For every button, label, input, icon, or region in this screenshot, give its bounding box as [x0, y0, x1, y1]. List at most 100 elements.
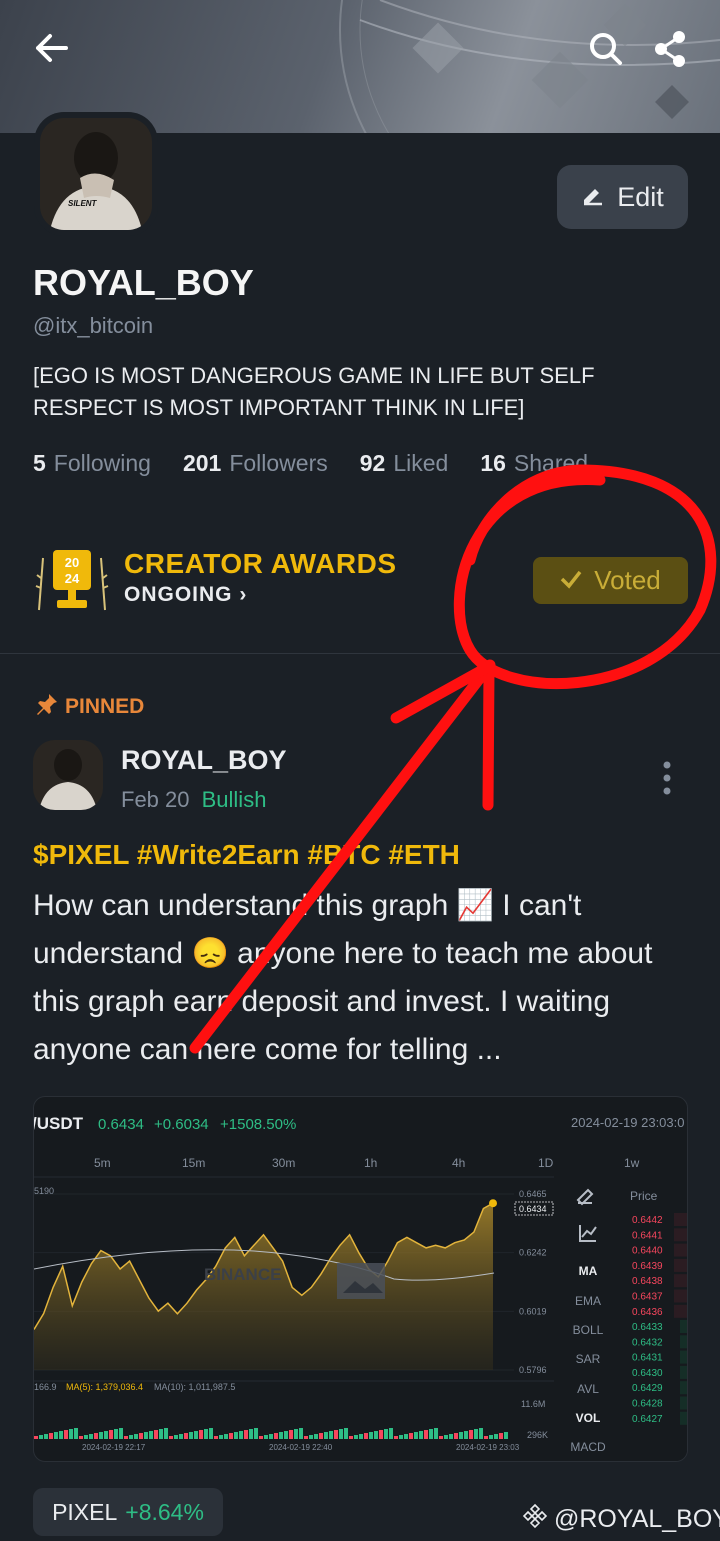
user-bio: [EGO IS MOST DANGEROUS GAME IN LIFE BUT …: [33, 363, 595, 420]
interval-tabs: 5m 15m 30m 1h 4h 1D 1w: [94, 1156, 640, 1170]
stat-liked[interactable]: 92 Liked: [360, 450, 449, 477]
volume-bar: [249, 1429, 253, 1439]
chart-image: /USDT 0.6434 +0.6034 +1508.50% 2024-02-1…: [34, 1114, 687, 1461]
profile-avatar[interactable]: SILENT: [34, 112, 158, 236]
search-icon[interactable]: [588, 28, 624, 73]
volume-bar: [494, 1434, 498, 1439]
volume-bar: [194, 1431, 198, 1439]
pin-icon: [35, 692, 59, 722]
pinned-label: PINNED: [65, 695, 145, 718]
indicator-item: MA: [579, 1264, 598, 1278]
volume-bar: [474, 1429, 478, 1439]
volume-bar: [254, 1428, 258, 1439]
token-change: +8.64%: [125, 1498, 204, 1525]
awards-status-link[interactable]: ONGOING ›: [124, 583, 247, 607]
volume-bar: [399, 1435, 403, 1439]
bid-depth: [680, 1381, 687, 1395]
stat-count: 92: [359, 450, 386, 476]
indicator-item: AVL: [577, 1382, 599, 1396]
volume-bar: [334, 1430, 338, 1439]
watermark-text: @ROYAL_BOY: [554, 1505, 720, 1533]
profile-stats: 5 Following 201 Followers 92 Liked 16 Shared: [33, 450, 620, 477]
chart-left-label: 5190: [34, 1186, 54, 1196]
share-icon[interactable]: [652, 28, 688, 73]
volume-bar: [294, 1429, 298, 1439]
bid-depth: [680, 1350, 687, 1364]
post-image-chart[interactable]: /USDT 0.6434 +0.6034 +1508.50% 2024-02-1…: [33, 1096, 688, 1462]
volume-bar: [284, 1431, 288, 1439]
volume-bar: [279, 1432, 283, 1439]
edit-button[interactable]: Edit: [557, 165, 688, 229]
bid-price: 0.6427: [632, 1414, 663, 1425]
time-label: 2024-02-19 22:17: [82, 1443, 146, 1452]
stat-count: 201: [182, 450, 222, 476]
bid-depth: [680, 1335, 687, 1349]
ask-price: 0.6437: [632, 1292, 663, 1303]
ask-price: 0.6440: [632, 1246, 663, 1257]
volume-bar: [154, 1430, 158, 1439]
check-icon: [560, 565, 582, 596]
arrow-left-icon[interactable]: [32, 28, 70, 73]
creator-awards-title[interactable]: CREATOR AWARDS: [124, 548, 397, 580]
stat-followers[interactable]: 201 Followers: [183, 450, 328, 477]
token-chip[interactable]: PIXEL +8.64%: [33, 1488, 223, 1536]
bid-depth: [680, 1411, 687, 1425]
ask-price: 0.6442: [632, 1215, 663, 1226]
volume-bar: [214, 1436, 218, 1439]
ask-depth: [674, 1289, 687, 1303]
interval-tab: 1w: [624, 1156, 640, 1170]
volume-ma10: MA(10): 1,011,987.5: [154, 1382, 235, 1392]
volume-bar: [264, 1435, 268, 1439]
volume-bar: [439, 1436, 443, 1439]
volume-bar: [229, 1433, 233, 1439]
chart-change: +0.6034: [154, 1116, 209, 1133]
bid-depth: [680, 1396, 687, 1410]
volume-bar: [54, 1432, 58, 1439]
volume-bar: [459, 1432, 463, 1439]
chart-price: 0.6434: [98, 1116, 144, 1133]
more-options-icon[interactable]: [660, 760, 674, 801]
volume-bar: [224, 1434, 228, 1439]
volume-bar: [239, 1431, 243, 1439]
volume-bar: [339, 1429, 343, 1439]
post-hashtags[interactable]: $PIXEL #Write2Earn #BTC #ETH: [33, 839, 460, 871]
volume-bar: [259, 1436, 263, 1439]
volume-bar: [269, 1434, 273, 1439]
section-divider: [0, 653, 720, 654]
volume-bar: [419, 1431, 423, 1439]
volume-bar: [184, 1433, 188, 1439]
chart-watermark: BINANCE: [204, 1265, 281, 1284]
volume-bar: [234, 1432, 238, 1439]
post-body[interactable]: How can understand this graph 📈 I can't …: [33, 882, 693, 1074]
current-price-tag: 0.6434: [519, 1204, 547, 1214]
volume-bar: [129, 1435, 133, 1439]
stat-count: 16: [480, 450, 506, 476]
time-label: 2024-02-19 22:40: [269, 1443, 333, 1452]
stat-shared[interactable]: 16 Shared: [480, 450, 588, 477]
ask-price: 0.6441: [632, 1230, 663, 1241]
price-tick: 0.5796: [519, 1365, 547, 1375]
volume-bar: [504, 1432, 508, 1439]
indicator-item: MACD: [570, 1440, 606, 1454]
volume-bar: [79, 1436, 83, 1439]
ask-price: 0.6439: [632, 1261, 663, 1272]
volume-bar: [39, 1435, 43, 1439]
volume-bar: [299, 1428, 303, 1439]
volume-bar: [164, 1428, 168, 1439]
volume-bar: [324, 1432, 328, 1439]
ask-depth: [674, 1228, 687, 1242]
volume-bar: [244, 1430, 248, 1439]
post-author-name[interactable]: ROYAL_BOY: [121, 745, 287, 776]
volume-bar: [484, 1436, 488, 1439]
volume-bar: [134, 1434, 138, 1439]
orderbook-header: Price: [630, 1189, 658, 1203]
volume-bar: [114, 1429, 118, 1439]
pinned-badge: PINNED: [35, 692, 144, 722]
interval-tab: 5m: [94, 1156, 111, 1170]
stat-following[interactable]: 5 Following: [33, 450, 151, 477]
post-author-avatar[interactable]: [33, 740, 103, 810]
bid-price: 0.6433: [632, 1322, 663, 1333]
volume-bar: [159, 1429, 163, 1439]
interval-tab: 30m: [272, 1156, 295, 1170]
voted-button[interactable]: Voted: [533, 557, 688, 604]
